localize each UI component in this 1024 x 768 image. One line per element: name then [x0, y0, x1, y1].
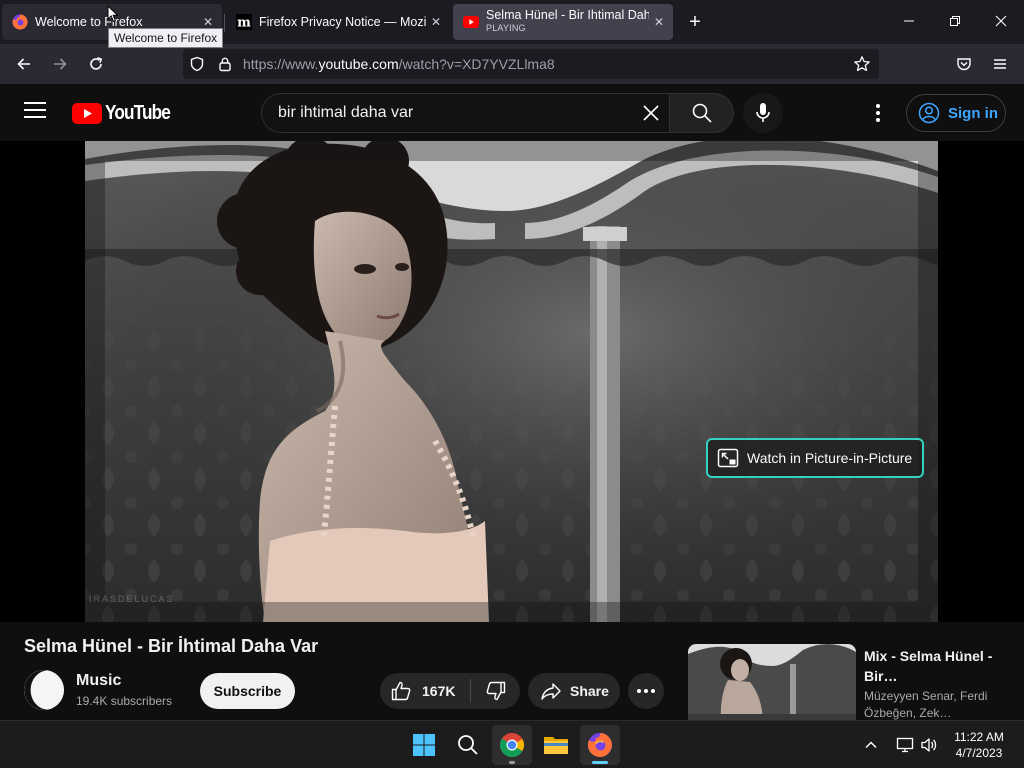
tab-tooltip: Welcome to Firefox: [108, 28, 224, 48]
share-arrow-icon: [541, 683, 561, 700]
url-text[interactable]: https://www.youtube.com/watch?v=XD7YVZLl…: [243, 56, 555, 72]
restore-icon[interactable]: [932, 8, 978, 36]
mozilla-m-icon: m: [236, 14, 252, 30]
youtube-icon: [463, 14, 479, 30]
thumbs-down-icon: [486, 681, 505, 701]
mouse-cursor-icon: [107, 4, 119, 28]
app-menu-icon[interactable]: [986, 50, 1014, 78]
tab-selma-hunel-youtube[interactable]: Selma Hünel - Bir İhtimal Daha Var PLAYI…: [453, 4, 673, 40]
svg-text:m: m: [237, 16, 251, 31]
tracking-protection-shield-icon[interactable]: [189, 56, 205, 77]
youtube-play-logo-icon: [72, 103, 102, 124]
new-tab-icon[interactable]: +: [682, 10, 708, 36]
account-circle-icon: [918, 102, 940, 124]
tab-firefox-privacy-notice[interactable]: m Firefox Privacy Notice — Mozilla ✕: [226, 4, 450, 40]
tab-label-group: Selma Hünel - Bir İhtimal Daha Var PLAYI…: [486, 9, 649, 35]
tab-separator: [224, 14, 225, 32]
running-indicator: [509, 761, 515, 764]
share-label: Share: [570, 683, 609, 699]
url-prefix: https://www.: [243, 56, 319, 72]
channel-name[interactable]: Music: [76, 672, 121, 690]
voice-search-button[interactable]: [743, 93, 783, 133]
close-tab-icon[interactable]: ✕: [426, 15, 446, 29]
pocket-icon[interactable]: [950, 50, 978, 78]
file-explorer-icon[interactable]: [536, 725, 576, 765]
like-dislike-group: 167K: [380, 673, 520, 709]
subscriber-count: 19.4K subscribers: [76, 694, 173, 708]
firefox-nav-bar: https://www.youtube.com/watch?v=XD7YVZLl…: [0, 44, 1024, 84]
like-count: 167K: [422, 683, 456, 699]
start-windows-icon[interactable]: [404, 725, 444, 765]
sign-in-button[interactable]: Sign in: [906, 94, 1006, 132]
back-icon[interactable]: [10, 50, 38, 78]
search-input[interactable]: bir ihtimal daha var: [278, 104, 413, 122]
pip-label: Watch in Picture-in-Picture: [747, 450, 913, 466]
guide-menu-icon[interactable]: [24, 102, 46, 122]
channel-avatar[interactable]: [24, 670, 64, 710]
firefox-taskbar-icon[interactable]: [580, 725, 620, 765]
mix-title[interactable]: Mix - Selma Hünel - Bir…: [864, 646, 1014, 686]
search-button[interactable]: [670, 93, 734, 133]
search-icon: [692, 103, 712, 123]
volume-icon[interactable]: [920, 721, 938, 768]
reload-icon[interactable]: [82, 50, 110, 78]
forward-icon[interactable]: [46, 50, 74, 78]
settings-kebab-icon[interactable]: [866, 101, 890, 125]
system-clock[interactable]: 11:22 AM 4/7/2023: [940, 729, 1018, 761]
tab-playing-label: PLAYING: [486, 23, 526, 33]
mix-thumbnail-image: [688, 644, 856, 720]
picture-in-picture-button[interactable]: Watch in Picture-in-Picture: [706, 438, 925, 478]
video-title: Selma Hünel - Bir İhtimal Daha Var: [24, 636, 319, 656]
youtube-wordmark: YouTube: [105, 102, 171, 124]
thumbs-up-icon: [391, 681, 411, 701]
address-bar[interactable]: https://www.youtube.com/watch?v=XD7YVZLl…: [183, 49, 879, 79]
chrome-icon[interactable]: [492, 725, 532, 765]
bookmark-star-icon[interactable]: [853, 55, 871, 78]
close-tab-icon[interactable]: ✕: [649, 15, 669, 29]
youtube-header: YouTube bir ihtimal daha var Sign in: [0, 84, 1024, 141]
subscribe-button[interactable]: Subscribe: [200, 673, 295, 709]
show-hidden-icons-chevron-icon[interactable]: [864, 721, 878, 768]
url-domain: youtube.com: [318, 56, 399, 72]
share-button[interactable]: Share: [528, 673, 620, 709]
close-tab-icon[interactable]: ✕: [198, 15, 218, 29]
mix-artists: Müzeyyen Senar, Ferdi Özbeğen, Zek…: [864, 689, 988, 720]
active-app-indicator: [592, 761, 608, 764]
video-watermark: IRASDELUCAS: [89, 594, 175, 604]
firefox-icon: [12, 14, 28, 30]
youtube-logo[interactable]: YouTube: [72, 102, 181, 125]
more-actions-icon[interactable]: [628, 673, 664, 709]
taskbar-search-icon[interactable]: [448, 725, 488, 765]
network-icon[interactable]: [896, 721, 914, 768]
like-button[interactable]: 167K: [380, 673, 470, 709]
screen: Welcome to Firefox ✕ m Firefox Privacy N…: [0, 0, 1024, 768]
microphone-icon: [756, 103, 770, 122]
dislike-button[interactable]: [471, 673, 520, 709]
clock-time: 11:22 AM: [954, 730, 1004, 744]
tab-label: Firefox Privacy Notice — Mozilla: [259, 15, 426, 29]
windows-taskbar: 11:22 AM 4/7/2023: [0, 720, 1024, 768]
lock-icon[interactable]: [217, 56, 233, 77]
clear-search-icon[interactable]: [639, 101, 663, 125]
tab-label: Selma Hünel - Bir İhtimal Daha Var: [486, 9, 649, 22]
video-frame[interactable]: IRASDELUCAS: [85, 141, 938, 622]
video-still-image: [85, 141, 938, 622]
mix-thumbnail[interactable]: [688, 644, 856, 720]
search-box[interactable]: bir ihtimal daha var: [261, 93, 670, 133]
sign-in-label: Sign in: [948, 104, 998, 122]
url-path: /watch?v=XD7YVZLlma8: [398, 56, 555, 72]
close-window-icon[interactable]: [978, 8, 1024, 36]
minimize-icon[interactable]: [886, 8, 932, 36]
video-player[interactable]: IRASDELUCAS Watch in Picture-in-Picture: [0, 141, 1024, 622]
clock-date: 4/7/2023: [955, 746, 1003, 760]
picture-in-picture-icon: [717, 448, 739, 468]
video-info-section: Selma Hünel - Bir İhtimal Daha Var Music…: [0, 622, 1024, 720]
